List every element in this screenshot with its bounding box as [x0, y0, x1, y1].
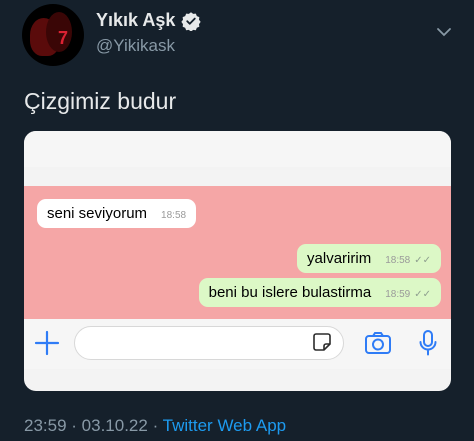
tweet-meta: 23:59 · 03.10.22 · Twitter Web App	[24, 416, 286, 436]
double-check-icon: ✓✓	[414, 255, 431, 266]
chat-input-bar	[24, 319, 451, 369]
tweet-media-image[interactable]: seni seviyorum 18:58 yalvaririm 18:58 ✓✓…	[24, 131, 451, 391]
verified-badge-icon	[181, 11, 202, 31]
message-time: 18:59	[385, 289, 411, 300]
chat-area: seni seviyorum 18:58 yalvaririm 18:58 ✓✓…	[24, 186, 451, 319]
author-handle[interactable]: @Yikikask	[96, 36, 175, 56]
meta-separator: ·	[147, 416, 163, 435]
plus-icon	[34, 330, 60, 356]
message-input-field	[74, 326, 344, 360]
message-time: 18:58	[161, 210, 187, 221]
message-text: yalvaririm	[307, 250, 372, 267]
message-bubble-outgoing: beni bu islere bulastirma 18:59 ✓✓	[198, 278, 441, 307]
message-bubble-incoming: seni seviyorum 18:58	[37, 199, 197, 228]
meta-separator: ·	[66, 416, 82, 435]
tweet-text: Çizgimiz budur	[24, 88, 177, 114]
microphone-icon	[419, 330, 437, 356]
chevron-down-icon[interactable]	[434, 22, 454, 42]
message-text: beni bu islere bulastirma	[208, 284, 372, 301]
message-text: seni seviyorum	[47, 205, 148, 222]
author-display-name[interactable]: Yıkık Aşk	[96, 10, 175, 31]
tweet-date[interactable]: 03.10.22	[82, 416, 148, 435]
avatar-mark: 7	[58, 28, 69, 48]
message-time: 18:58	[385, 255, 411, 266]
tweet-time[interactable]: 23:59	[24, 416, 67, 435]
message-bubble-outgoing: yalvaririm 18:58 ✓✓	[297, 244, 441, 273]
author-name-row: Yıkık Aşk	[96, 10, 202, 31]
avatar[interactable]: 7	[22, 4, 84, 66]
camera-icon	[365, 332, 391, 354]
chat-header-strip	[24, 131, 451, 167]
sticker-icon	[313, 333, 331, 351]
tweet-source-link[interactable]: Twitter Web App	[163, 416, 286, 435]
double-check-icon: ✓✓	[414, 289, 431, 300]
